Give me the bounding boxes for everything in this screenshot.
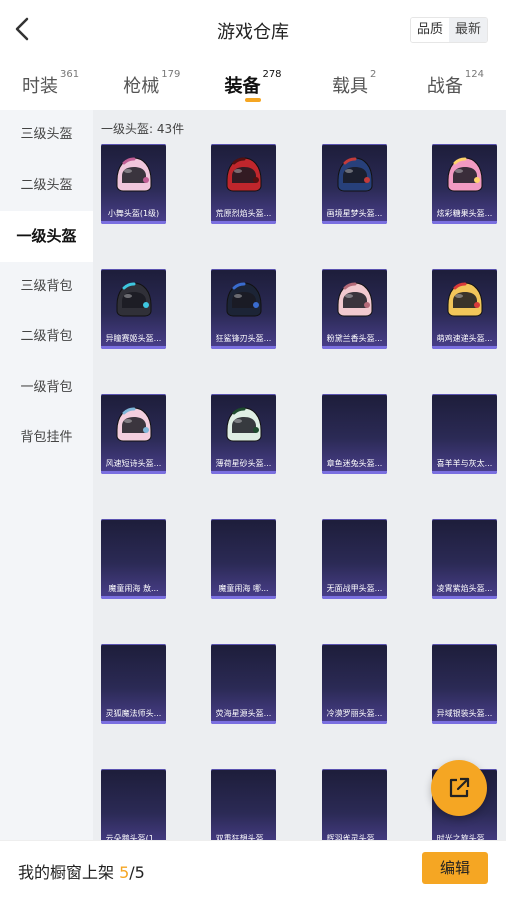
share-button[interactable] [431,760,487,816]
item-name: 狂鲨锋刃头盔... [215,334,272,343]
item-card[interactable]: 凌霄紫焰头盔... [432,519,497,599]
item-name: 喜羊羊与灰太... [436,459,493,468]
warehouse-screen: 游戏仓库 品质 最新 时装361 枪械179 装备278 载具2 战备124 三… [0,0,506,897]
item-name: 薄荷星砂头盔... [215,459,272,468]
helmet-icon [226,407,262,442]
item-count-label: 一级头盔: 43件 [101,122,185,136]
tab-guns[interactable]: 枪械179 [101,60,202,110]
sidebar-item-backpack-charm[interactable]: 背包挂件 [0,413,93,464]
item-name: 粉黛兰香头盔... [326,334,383,343]
helmet-icon [116,282,152,317]
tab-count: 124 [464,69,484,80]
tab-count: 278 [262,69,282,80]
item-card[interactable]: 画境星梦头盔... [322,144,387,224]
tab-count: 179 [161,69,181,80]
sidebar-item-helmet-lv3[interactable]: 三级头盔 [0,110,93,161]
helmet-icon [116,157,152,192]
sort-quality-button[interactable]: 品质 [410,18,449,42]
item-name: 冷漠罗丽头盔... [326,709,383,718]
item-name: 灵狐魔法师头... [105,709,162,718]
item-card[interactable]: 喜羊羊与灰太... [432,394,497,474]
item-card[interactable]: 无面战甲头盔... [322,519,387,599]
sort-toggle: 品质 最新 [409,17,488,43]
item-name: 凌霄紫焰头盔... [436,584,493,593]
item-grid-area: 一级头盔: 43件 小舞头盔(1级) 荒原烈焰头盔... 画境星梦头盔... 炫彩糖果… [93,110,506,840]
item-name: 魔童闹海 敖... [108,584,159,593]
showcase-total: 5 [134,863,145,882]
tab-label: 时装 [22,76,59,97]
helmet-icon [226,282,262,317]
item-card[interactable]: 辉羽雀灵头盔... [322,769,387,840]
item-name: 异瞳赛姬头盔... [105,334,162,343]
helmet-icon [447,157,483,192]
item-name: 异域银装头盔... [436,709,493,718]
item-name: 云朵鹅头盔(1... [105,834,162,840]
tab-label: 战备 [426,76,463,97]
tab-label: 载具 [332,76,369,97]
item-card[interactable]: 灵狐魔法师头... [101,644,166,724]
showcase-current: 5 [119,863,130,882]
tab-equipment[interactable]: 装备278 [202,60,303,110]
sidebar-item-backpack-lv1[interactable]: 一级背包 [0,363,93,414]
category-tabs: 时装361 枪械179 装备278 载具2 战备124 [0,60,506,110]
helmet-icon [116,407,152,442]
item-card[interactable]: 荧海星源头盔... [211,644,276,724]
header: 游戏仓库 品质 最新 [0,0,506,60]
tab-underline [245,98,261,102]
helmet-icon [337,282,373,317]
item-name: 小舞头盔(1级) [107,209,160,218]
tab-gear[interactable]: 战备124 [405,60,506,110]
item-name: 荒原烈焰头盔... [215,209,272,218]
item-name: 时光之旅头盔... [436,834,493,840]
bottom-bar: 我的橱窗上架 5/5 编辑 [0,840,506,897]
item-card[interactable]: 异瞳赛姬头盔... [101,269,166,349]
showcase-status: 我的橱窗上架 5/5 [18,859,145,883]
tab-count: 2 [370,69,377,80]
item-name: 章鱼迷兔头盔... [326,459,383,468]
item-card[interactable]: 炫彩糖果头盔... [432,144,497,224]
item-card[interactable]: 萌鸡速递头盔... [432,269,497,349]
tab-fashion[interactable]: 时装361 [0,60,101,110]
tab-count: 361 [60,69,80,80]
item-name: 无面战甲头盔... [326,584,383,593]
item-card[interactable]: 荒原烈焰头盔... [211,144,276,224]
item-card[interactable]: 风速短诗头盔... [101,394,166,474]
tab-label: 装备 [224,76,261,97]
item-card[interactable]: 双重狂想头盔... [211,769,276,840]
edit-button[interactable]: 编辑 [422,852,488,884]
item-name: 魔童闹海 哪... [218,584,269,593]
item-card[interactable]: 云朵鹅头盔(1... [101,769,166,840]
item-card[interactable]: 冷漠罗丽头盔... [322,644,387,724]
showcase-label: 我的橱窗上架 [18,863,120,882]
helmet-icon [337,157,373,192]
sidebar-item-backpack-lv2[interactable]: 二级背包 [0,312,93,363]
item-name: 风速短诗头盔... [105,459,162,468]
item-name: 画境星梦头盔... [326,209,383,218]
item-name: 炫彩糖果头盔... [436,209,493,218]
item-card[interactable]: 粉黛兰香头盔... [322,269,387,349]
item-name: 辉羽雀灵头盔... [326,834,383,840]
sort-newest-button[interactable]: 最新 [448,18,487,42]
item-card[interactable]: 薄荷星砂头盔... [211,394,276,474]
tab-vehicles[interactable]: 载具2 [304,60,405,110]
item-card[interactable]: 狂鲨锋刃头盔... [211,269,276,349]
item-card[interactable]: 魔童闹海 哪... [211,519,276,599]
tab-label: 枪械 [123,76,160,97]
helmet-icon [226,157,262,192]
sidebar-item-backpack-lv3[interactable]: 三级背包 [0,262,93,313]
share-external-icon [449,777,470,798]
item-name: 萌鸡速递头盔... [436,334,493,343]
item-card[interactable]: 魔童闹海 敖... [101,519,166,599]
helmet-icon [447,282,483,317]
item-card[interactable]: 小舞头盔(1级) [101,144,166,224]
item-card[interactable]: 章鱼迷兔头盔... [322,394,387,474]
item-card[interactable]: 异域银装头盔... [432,644,497,724]
sidebar-item-helmet-lv2[interactable]: 二级头盔 [0,161,93,212]
sidebar-item-helmet-lv1[interactable]: 一级头盔 [0,211,93,262]
sidebar: 三级头盔 二级头盔 一级头盔 三级背包 二级背包 一级背包 背包挂件 [0,110,93,840]
item-name: 荧海星源头盔... [215,709,272,718]
item-name: 双重狂想头盔... [215,834,272,840]
